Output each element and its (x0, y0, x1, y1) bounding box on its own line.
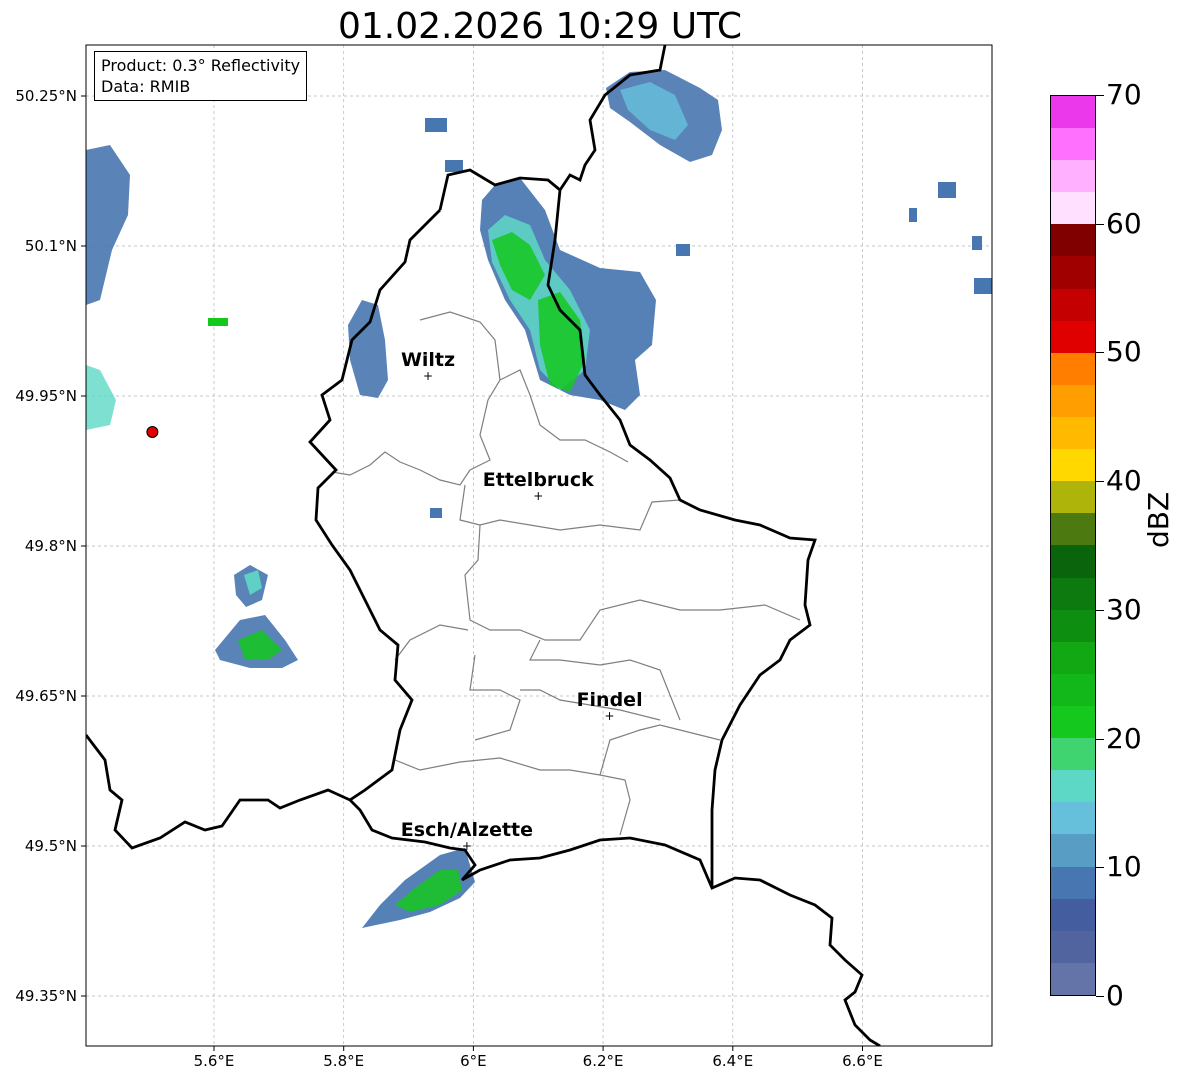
colorbar-segment (1051, 224, 1095, 257)
colorbar-tick-label: 30 (1106, 592, 1142, 626)
colorbar-tick (1096, 352, 1104, 354)
lon-label: 6°E (460, 1052, 487, 1070)
colorbar-segment (1051, 192, 1095, 225)
city-marker: + (605, 709, 615, 723)
colorbar-segment (1051, 545, 1095, 578)
lon-label: 6.4°E (712, 1052, 754, 1070)
colorbar-segment (1051, 898, 1095, 931)
data-source-label: Data: RMIB (101, 77, 191, 96)
lat-label: 49.8°N (24, 537, 77, 555)
lat-label: 49.65°N (15, 687, 77, 705)
colorbar-segment (1051, 609, 1095, 642)
colorbar-segment (1051, 866, 1095, 899)
colorbar-segment (1051, 962, 1095, 995)
lat-label: 50.25°N (15, 87, 77, 105)
city-marker: + (423, 369, 433, 383)
colorbar-segment (1051, 513, 1095, 546)
colorbar-segment (1051, 384, 1095, 418)
lon-label: 6.6°E (842, 1052, 883, 1070)
colorbar-label: dBZ (1142, 491, 1175, 548)
echo-speck (974, 278, 992, 294)
colorbar-segment (1051, 641, 1095, 674)
lon-label: 5.6°E (193, 1052, 235, 1070)
colorbar (1050, 95, 1096, 996)
colorbar-tick (1096, 996, 1104, 997)
colorbar-segment (1051, 417, 1095, 450)
map-background (86, 45, 992, 1046)
colorbar-segment (1051, 128, 1095, 161)
colorbar-tick (1096, 481, 1104, 483)
colorbar-segment (1051, 802, 1095, 835)
lat-label: 50.1°N (24, 237, 77, 255)
radar-site-marker (146, 426, 159, 438)
city-label: Findel (576, 689, 643, 711)
radar-map[interactable]: + + + + (0, 0, 1184, 1081)
colorbar-tick (1096, 95, 1104, 96)
echo-speck (208, 318, 228, 326)
colorbar-segment (1051, 160, 1095, 193)
lon-label: 5.8°E (323, 1052, 365, 1070)
colorbar-tick-label: 50 (1106, 335, 1142, 369)
colorbar-tick-label: 70 (1106, 78, 1142, 111)
colorbar-segment (1051, 481, 1095, 514)
colorbar-tick (1096, 867, 1104, 869)
colorbar-tick (1096, 609, 1104, 611)
city-marker: + (533, 489, 543, 503)
city-label: Esch/Alzette (400, 819, 534, 841)
colorbar-tick-label: 10 (1106, 850, 1142, 884)
product-label: Product: 0.3° Reflectivity (101, 56, 301, 75)
city-label: Ettelbruck (482, 469, 594, 491)
colorbar-tick-label: 40 (1106, 464, 1142, 498)
colorbar-segment (1051, 930, 1095, 963)
colorbar-tick-label: 60 (1106, 206, 1142, 240)
echo-speck (938, 182, 956, 198)
lat-label: 49.95°N (15, 387, 77, 405)
echo-speck (676, 244, 690, 256)
info-box: Product: 0.3° Reflectivity Data: RMIB (94, 51, 308, 101)
colorbar-tick (1096, 223, 1104, 225)
colorbar-tick-label: 20 (1106, 721, 1142, 755)
colorbar-tick (1096, 738, 1104, 740)
city-marker: + (462, 839, 472, 853)
colorbar-segment (1051, 770, 1095, 803)
colorbar-segment (1051, 256, 1095, 289)
echo-speck (909, 208, 917, 222)
lon-label: 6.2°E (582, 1052, 624, 1070)
echo-speck (972, 236, 982, 250)
colorbar-segment (1051, 449, 1095, 482)
colorbar-segment (1051, 320, 1095, 353)
echo-speck (445, 160, 463, 172)
colorbar-segment (1051, 673, 1095, 707)
echo-speck (430, 508, 442, 518)
colorbar-segment (1051, 95, 1095, 129)
colorbar-segment (1051, 706, 1095, 739)
colorbar-segment (1051, 288, 1095, 321)
colorbar-tick-label: 0 (1106, 979, 1124, 1012)
colorbar-segment (1051, 738, 1095, 771)
colorbar-segment (1051, 834, 1095, 867)
lat-label: 49.35°N (15, 987, 77, 1005)
city-label: Wiltz (400, 349, 456, 371)
lat-label: 49.5°N (24, 837, 77, 855)
echo-speck (425, 118, 447, 132)
colorbar-segment (1051, 352, 1095, 385)
colorbar-segment (1051, 577, 1095, 610)
